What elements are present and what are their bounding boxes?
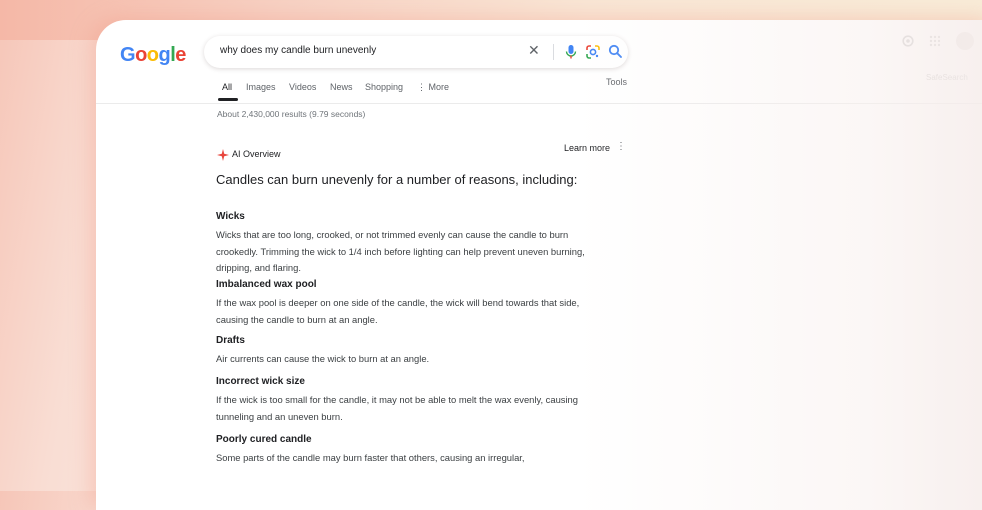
section-title: Wicks	[216, 211, 245, 222]
tools-button[interactable]: Tools	[606, 77, 627, 87]
lens-icon[interactable]	[585, 44, 601, 65]
ai-overview-label: AI Overview	[232, 149, 281, 159]
avatar[interactable]	[955, 31, 975, 56]
section-body: If the wax pool is deeper on one side of…	[216, 297, 580, 325]
tab-more[interactable]: ⋮ More	[417, 82, 449, 93]
search-box[interactable]: why does my candle burn unevenly ✕	[204, 36, 628, 68]
mic-icon[interactable]	[565, 44, 577, 65]
ai-sparkle-icon	[217, 148, 229, 165]
more-vert-icon[interactable]: ⋮	[616, 141, 626, 152]
more-vert-icon: ⋮	[417, 82, 429, 92]
section-body: Air currents can cause the wick to burn …	[216, 353, 430, 364]
tab-images[interactable]: Images	[246, 82, 276, 92]
section-body: Wicks that are too long, crooked, or not…	[216, 229, 585, 273]
browser-window: Google why does my candle burn unevenly …	[96, 20, 982, 510]
active-tab-indicator	[218, 98, 238, 101]
ai-overview-header: AI Overview	[217, 148, 281, 166]
overview-section: Incorrect wick size If the wick is too s…	[216, 376, 606, 425]
ai-overview-headline: Candles can burn unevenly for a number o…	[216, 172, 578, 187]
clear-icon[interactable]: ✕	[528, 42, 540, 59]
result-stats: About 2,430,000 results (9.79 seconds)	[217, 109, 366, 119]
overview-section: Poorly cured candle Some parts of the ca…	[216, 434, 606, 467]
window-fade-overlay	[576, 20, 982, 510]
tab-shopping[interactable]: Shopping	[365, 82, 403, 92]
settings-icon[interactable]	[901, 34, 915, 53]
section-body: If the wick is too small for the candle,…	[216, 394, 578, 422]
search-icon[interactable]	[608, 44, 623, 64]
safesearch-label[interactable]: SafeSearch	[926, 73, 968, 82]
tab-all[interactable]: All	[222, 82, 232, 92]
tab-news[interactable]: News	[330, 82, 353, 92]
section-title: Imbalanced wax pool	[216, 279, 317, 290]
apps-grid-icon[interactable]	[929, 34, 941, 52]
section-title: Poorly cured candle	[216, 434, 312, 445]
section-title: Incorrect wick size	[216, 376, 305, 387]
overview-section: Drafts Air currents can cause the wick t…	[216, 335, 606, 368]
overview-section: Imbalanced wax pool If the wax pool is d…	[216, 279, 606, 328]
section-title: Drafts	[216, 335, 245, 346]
google-logo[interactable]: Google	[120, 44, 186, 67]
section-body: Some parts of the candle may burn faster…	[216, 452, 525, 463]
search-input[interactable]: why does my candle burn unevenly	[220, 45, 376, 56]
tab-videos[interactable]: Videos	[289, 82, 316, 92]
overview-section: Wicks Wicks that are too long, crooked, …	[216, 211, 606, 277]
search-divider	[553, 44, 554, 60]
header-divider	[96, 103, 982, 104]
learn-more-link[interactable]: Learn more	[564, 143, 610, 153]
